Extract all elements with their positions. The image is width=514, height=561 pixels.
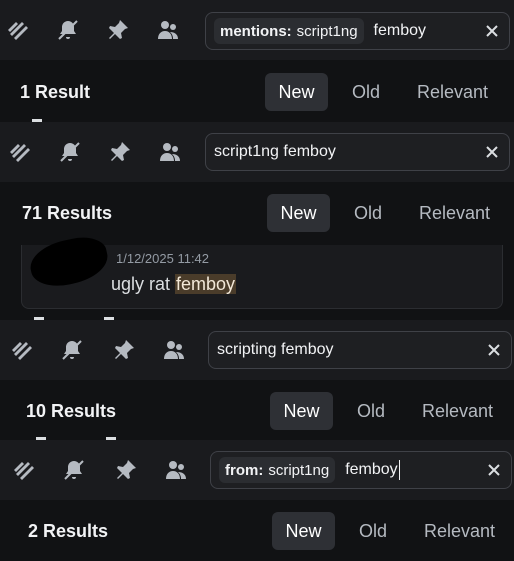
filter-value: script1ng <box>296 22 358 40</box>
sort-old-button[interactable]: Old <box>342 392 400 430</box>
threads-icon[interactable] <box>0 450 48 490</box>
sort-relevant-button[interactable]: Relevant <box>410 392 505 430</box>
search-filter-chip[interactable]: mentions: script1ng <box>214 18 364 44</box>
clear-search-icon[interactable] <box>483 143 501 161</box>
toolbar-2: script1ng femboy <box>0 122 514 182</box>
result-count: 10 Results <box>26 401 117 421</box>
results-header-2: 71 Results New Old Relevant <box>0 183 514 243</box>
result-count: 1 Result <box>20 82 91 102</box>
sort-relevant-button[interactable]: Relevant <box>407 194 502 232</box>
sort-old-button[interactable]: Old <box>337 73 395 111</box>
mute-bell-icon[interactable] <box>46 132 94 172</box>
pin-icon[interactable] <box>96 132 144 172</box>
mute-bell-icon[interactable] <box>44 10 92 50</box>
members-icon[interactable] <box>146 132 194 172</box>
threads-icon[interactable] <box>0 10 42 50</box>
message-timestamp: 1/12/2025 11:42 <box>116 251 210 266</box>
results-header-1: 1 Result New Old Relevant <box>0 62 514 122</box>
sort-new-button[interactable]: New <box>267 194 330 232</box>
search-query: script1ng femboy <box>214 143 336 160</box>
members-icon[interactable] <box>152 450 200 490</box>
toolbar-1: mentions: script1ng femboy <box>0 0 514 60</box>
sort-relevant-button[interactable]: Relevant <box>405 73 500 111</box>
sort-new-button[interactable]: New <box>272 512 335 550</box>
sort-old-button[interactable]: Old <box>339 194 397 232</box>
members-icon[interactable] <box>144 10 192 50</box>
threads-icon[interactable] <box>0 330 46 370</box>
message-text-before: ugly rat <box>111 274 176 294</box>
toolbar-3: scripting femboy <box>0 320 514 380</box>
mute-bell-icon[interactable] <box>48 330 96 370</box>
search-bar-2[interactable]: script1ng femboy <box>205 133 510 171</box>
filter-key: from: <box>225 461 264 479</box>
results-header-3: 10 Results New Old Relevant <box>0 381 514 441</box>
sort-relevant-button[interactable]: Relevant <box>412 512 507 550</box>
search-query: femboy <box>345 461 398 478</box>
clear-search-icon[interactable] <box>485 461 503 479</box>
toolbar-4: from: script1ng femboy <box>0 440 514 500</box>
sort-new-button[interactable]: New <box>265 73 328 111</box>
pin-icon[interactable] <box>94 10 142 50</box>
pin-icon[interactable] <box>102 450 150 490</box>
sort-new-button[interactable]: New <box>270 392 333 430</box>
mute-bell-icon[interactable] <box>50 450 98 490</box>
search-query: femboy <box>373 22 427 39</box>
result-count: 2 Results <box>28 521 109 541</box>
members-icon[interactable] <box>150 330 198 370</box>
message-text: ugly rat femboy <box>111 274 237 295</box>
clear-search-icon[interactable] <box>485 341 503 359</box>
search-bar-1[interactable]: mentions: script1ng femboy <box>205 12 510 50</box>
filter-key: mentions: <box>220 22 292 40</box>
search-bar-4[interactable]: from: script1ng femboy <box>210 451 512 489</box>
text-caret <box>398 460 400 480</box>
threads-icon[interactable] <box>0 132 44 172</box>
search-bar-3[interactable]: scripting femboy <box>208 331 512 369</box>
search-filter-chip[interactable]: from: script1ng <box>219 457 336 483</box>
search-query: scripting femboy <box>217 341 334 358</box>
result-count: 71 Results <box>22 203 113 223</box>
pin-icon[interactable] <box>100 330 148 370</box>
filter-value: script1ng <box>268 461 330 479</box>
clear-search-icon[interactable] <box>483 22 501 40</box>
results-header-4: 2 Results New Old Relevant <box>0 501 514 561</box>
sort-old-button[interactable]: Old <box>344 512 402 550</box>
message-highlight: femboy <box>175 274 237 294</box>
